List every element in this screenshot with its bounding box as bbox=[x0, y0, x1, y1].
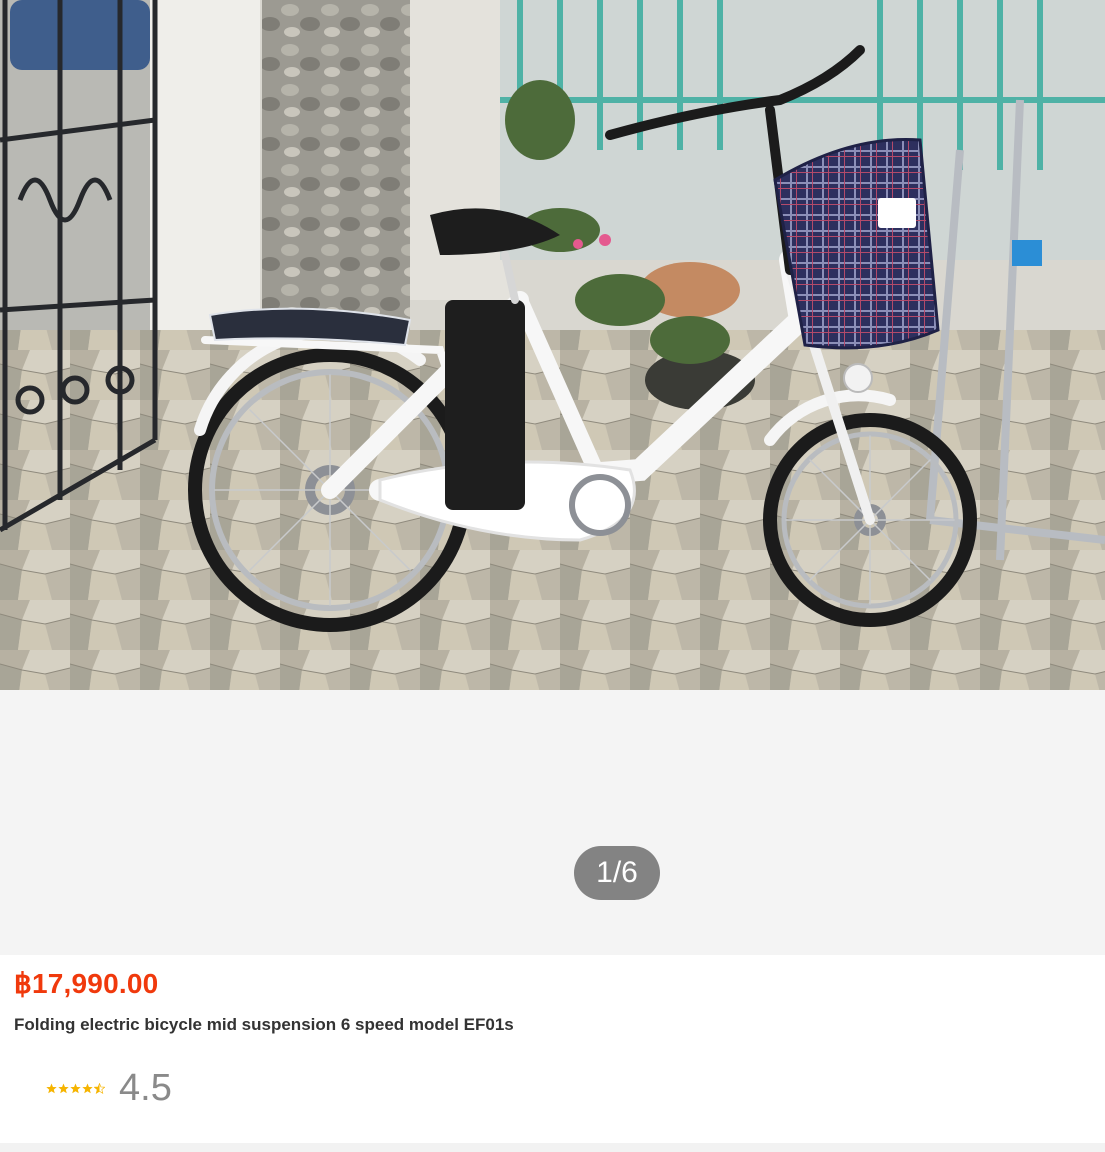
star-icon bbox=[82, 1083, 93, 1093]
product-image-gallery[interactable]: 1/6 bbox=[0, 0, 1105, 955]
product-page: 1/6 ฿17,990.00 Folding electric bicycle … bbox=[0, 0, 1105, 1152]
product-info: ฿17,990.00 Folding electric bicycle mid … bbox=[0, 955, 1105, 1152]
star-icon bbox=[46, 1083, 57, 1093]
rating-stars bbox=[46, 1082, 105, 1094]
product-title: Folding electric bicycle mid suspension … bbox=[14, 1015, 514, 1034]
product-rating[interactable]: 4.5 bbox=[46, 1067, 172, 1109]
rating-value: 4.5 bbox=[119, 1066, 172, 1109]
image-counter-text: 1/6 bbox=[596, 856, 638, 889]
star-icon bbox=[58, 1083, 69, 1093]
section-divider bbox=[0, 1143, 1105, 1152]
star-icon bbox=[70, 1083, 81, 1093]
image-counter-badge: 1/6 bbox=[574, 846, 660, 900]
half-star-icon bbox=[94, 1082, 105, 1094]
product-photo[interactable] bbox=[0, 0, 1105, 690]
product-price: ฿17,990.00 bbox=[14, 968, 159, 999]
